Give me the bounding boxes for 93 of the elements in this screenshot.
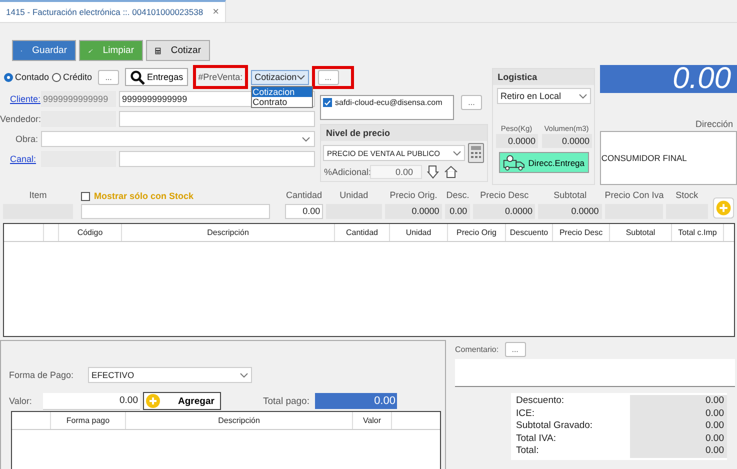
- close-tab-button[interactable]: ×: [212, 6, 219, 18]
- field-label: Precio Desc: [479, 190, 530, 202]
- summary-value: 0.00: [630, 420, 727, 433]
- panel-header: Logistica: [492, 69, 594, 85]
- field-label: Dirección: [694, 119, 734, 129]
- panel-header: Nivel de precio: [321, 125, 487, 141]
- home-icon[interactable]: [444, 165, 458, 179]
- input-field[interactable]: 0.00: [284, 204, 324, 219]
- more-button[interactable]: ...: [504, 342, 526, 357]
- input-field[interactable]: 0.0000: [538, 204, 602, 219]
- chevron-down-icon: [296, 74, 305, 80]
- number-spinner[interactable]: 0.00: [370, 165, 422, 179]
- column-header[interactable]: Código: [59, 224, 122, 241]
- column-header[interactable]: Descuento: [506, 224, 553, 241]
- document-arrow-icon[interactable]: [426, 165, 440, 179]
- column-header[interactable]: Precio Desc: [553, 224, 610, 241]
- summary-label: Descuento:: [515, 395, 566, 408]
- column-header[interactable]: Total c.Imp: [672, 224, 724, 241]
- input-field[interactable]: [119, 111, 315, 127]
- dropdown-option[interactable]: Contrato: [252, 96, 312, 106]
- chevron-down-icon: [453, 150, 461, 156]
- column-header[interactable]: Valor: [353, 412, 392, 429]
- add-icon: [146, 394, 160, 408]
- radio-option[interactable]: Contado: [4, 72, 50, 82]
- summary-label: Total:: [515, 445, 540, 458]
- field-label: Comentario:: [455, 345, 499, 354]
- toolbar-button[interactable]: Guardar: [12, 40, 76, 61]
- chevron-down-icon: [240, 372, 248, 378]
- radio-option[interactable]: Crédito: [52, 72, 92, 82]
- column-header[interactable]: Unidad: [390, 224, 448, 241]
- summary-label: Total IVA:: [515, 432, 557, 446]
- delivery-truck-icon: [502, 154, 526, 172]
- field-label: Valor:: [9, 396, 33, 406]
- summary-value: 0.00: [630, 445, 727, 458]
- volume-field: 0.0000: [542, 134, 592, 148]
- dropdown-field[interactable]: [41, 131, 315, 147]
- chevron-down-icon: [578, 94, 587, 98]
- field-link[interactable]: Canal:: [0, 154, 38, 164]
- field-label: Total pago:: [263, 396, 310, 406]
- input-field[interactable]: 0.00: [445, 204, 470, 219]
- field-label: Cantidad: [284, 190, 323, 202]
- summary-value: 0.00: [630, 432, 727, 446]
- add-payment-button[interactable]: Agregar: [143, 392, 221, 410]
- input-field[interactable]: [80, 204, 270, 219]
- more-button[interactable]: ...: [461, 95, 482, 110]
- weight-field: 0.0000: [496, 134, 538, 148]
- field-label: Forma de Pago:: [9, 370, 74, 380]
- field-label: Subtotal: [552, 190, 588, 202]
- input-field[interactable]: [119, 151, 315, 167]
- comment-field[interactable]: [455, 359, 735, 387]
- dropdown-option[interactable]: Cotizacion: [252, 86, 312, 96]
- email-item[interactable]: safdi-cloud-ecu@disensa.com: [323, 98, 451, 107]
- column-header[interactable]: Descripción: [126, 412, 353, 429]
- summary-value: 0.00: [630, 395, 727, 408]
- more-button[interactable]: ...: [98, 70, 120, 84]
- chevron-down-icon: [302, 136, 310, 142]
- column-header[interactable]: Forma pago: [51, 412, 126, 429]
- preventa-label: #PreVenta:: [193, 65, 248, 89]
- field-label: Obra:: [14, 134, 38, 144]
- field-label: Vendedor:: [0, 114, 38, 124]
- amount-field[interactable]: 0.00: [43, 392, 140, 410]
- input-field[interactable]: 0.0000: [473, 204, 536, 219]
- summary-label: Subtotal Gravado:: [515, 420, 594, 433]
- summary-label: ICE:: [515, 408, 536, 420]
- field-label: Desc.: [445, 190, 470, 202]
- input-field[interactable]: 0.0000: [384, 204, 442, 219]
- field-label: Stock: [674, 190, 700, 202]
- document-tab[interactable]: 1415 - Facturación electrónica ::. 004101000023538 ×: [0, 0, 226, 22]
- logistics-dropdown[interactable]: Retiro en Local: [496, 88, 591, 104]
- delivery-address-button[interactable]: Direcc.Entrega: [498, 152, 589, 173]
- checkbox[interactable]: [323, 98, 332, 107]
- payment-total: 0.00: [315, 393, 398, 409]
- more-button[interactable]: ...: [318, 70, 339, 84]
- search-icon: [130, 70, 146, 84]
- field-label: Precio Orig.: [388, 190, 438, 202]
- summary-value: 0.00: [630, 408, 727, 420]
- field-label: Item: [28, 190, 48, 202]
- total-amount: 0.00: [600, 65, 737, 93]
- address-field[interactable]: CONSUMIDOR FINAL: [600, 131, 737, 185]
- toolbar-button[interactable]: Cotizar: [146, 40, 210, 61]
- calculator-icon[interactable]: [468, 143, 484, 163]
- column-header[interactable]: Descripción: [122, 224, 335, 241]
- deliveries-button[interactable]: Entregas: [125, 68, 188, 86]
- column-header[interactable]: Cantidad: [335, 224, 390, 241]
- column-header[interactable]: Subtotal: [610, 224, 672, 241]
- column-header[interactable]: Precio Orig: [448, 224, 506, 241]
- field-label: Precio Con Iva: [604, 190, 663, 202]
- check-icon: [324, 98, 331, 106]
- code-field[interactable]: 9999999999999: [41, 91, 116, 107]
- field-label: Unidad: [338, 190, 370, 202]
- add-icon[interactable]: [712, 197, 734, 219]
- field-link[interactable]: Cliente:: [0, 94, 38, 104]
- payment-method-dropdown[interactable]: EFECTIVO: [88, 367, 252, 383]
